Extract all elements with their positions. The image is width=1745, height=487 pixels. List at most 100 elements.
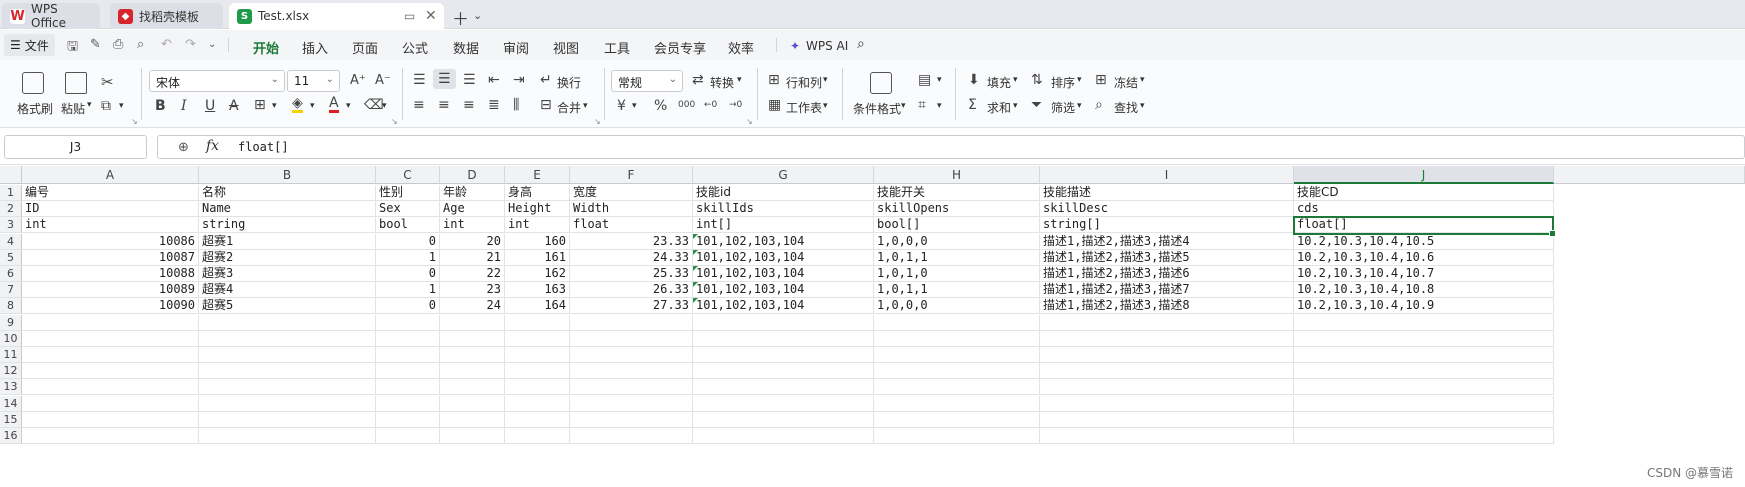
number-format-select[interactable]: 常规 ⌄ — [611, 70, 683, 92]
cell-i2[interactable]: skillDesc — [1040, 201, 1294, 218]
row-header-13[interactable]: 13 — [0, 379, 22, 396]
cell-j16[interactable] — [1294, 428, 1554, 444]
sort-chevron-icon[interactable]: ▾ — [1077, 75, 1082, 85]
cell-e6[interactable]: 162 — [505, 266, 570, 282]
distributed-icon[interactable]: ⫼ — [513, 97, 519, 113]
cell-i13[interactable] — [1040, 379, 1294, 396]
save-icon[interactable]: 🖫 — [67, 37, 78, 59]
formula-input-area[interactable]: ⊕ fx float[] — [157, 135, 1745, 159]
cell-g5[interactable]: 101,102,103,104 — [693, 249, 874, 266]
cell-d4[interactable]: 20 — [440, 233, 505, 250]
cell-b9[interactable] — [199, 314, 376, 331]
tab-page[interactable]: 页面 — [352, 38, 378, 57]
clear-chevron-icon[interactable]: ▾ — [382, 101, 387, 111]
cell-g11[interactable] — [693, 347, 874, 363]
convert-button[interactable]: 转换 — [710, 74, 734, 91]
cell-i7[interactable]: 描述1,描述2,描述3,描述7 — [1040, 282, 1294, 299]
increase-indent-icon[interactable]: ⇥ — [513, 72, 525, 88]
freeze-chevron-icon[interactable]: ▾ — [1140, 75, 1145, 85]
cell-f12[interactable] — [570, 363, 693, 380]
align-left-icon[interactable]: ≡ — [413, 97, 425, 113]
cell-i8[interactable]: 描述1,描述2,描述3,描述8 — [1040, 298, 1294, 315]
cell-f3[interactable]: float — [570, 217, 693, 234]
fill-color-icon[interactable]: ◈ — [292, 96, 303, 113]
cell-e5[interactable]: 161 — [505, 249, 570, 266]
row-header-2[interactable]: 2 — [0, 201, 22, 218]
tab-tools[interactable]: 工具 — [604, 38, 630, 57]
cell-d12[interactable] — [440, 363, 505, 380]
cell-h3[interactable]: bool[] — [874, 217, 1040, 234]
merge-button[interactable]: 合并 — [557, 99, 581, 116]
cell-j13[interactable] — [1294, 379, 1554, 396]
cell-g10[interactable] — [693, 330, 874, 347]
underline-icon[interactable]: U — [205, 98, 215, 114]
percent-icon[interactable]: % — [654, 98, 667, 114]
cell-d3[interactable]: int — [440, 217, 505, 234]
border-chevron-icon[interactable]: ▾ — [272, 101, 277, 111]
cell-e2[interactable]: Height — [505, 201, 570, 218]
cell-c12[interactable] — [376, 363, 440, 380]
cell-b8[interactable]: 超赛5 — [199, 298, 376, 315]
cell-i12[interactable] — [1040, 363, 1294, 380]
cell-c10[interactable] — [376, 330, 440, 347]
table-style-icon[interactable]: ⌗ — [918, 97, 926, 113]
cell-e9[interactable] — [505, 314, 570, 331]
file-menu-button[interactable]: ☰ 文件 — [4, 34, 55, 56]
cell-f8[interactable]: 27.33 — [570, 298, 693, 315]
cell-d16[interactable] — [440, 428, 505, 444]
cell-c3[interactable]: bool — [376, 217, 440, 234]
cell-d11[interactable] — [440, 347, 505, 363]
cell-h15[interactable] — [874, 411, 1040, 428]
cell-f13[interactable] — [570, 379, 693, 396]
cell-f16[interactable] — [570, 428, 693, 444]
row-header-1[interactable]: 1 — [0, 185, 22, 201]
row-header-12[interactable]: 12 — [0, 363, 22, 380]
copy-icon[interactable]: ⧉ — [101, 98, 111, 114]
cell-j14[interactable] — [1294, 395, 1554, 412]
cell-a16[interactable] — [22, 428, 199, 444]
tab-list-chevron-icon[interactable]: ⌄ — [473, 9, 482, 22]
align-right-icon[interactable]: ≡ — [463, 97, 475, 113]
sort-icon[interactable]: ⇅ — [1031, 72, 1043, 88]
copy-chevron-icon[interactable]: ▾ — [119, 101, 124, 111]
cell-h6[interactable]: 1,0,1,0 — [874, 266, 1040, 282]
conditional-format-chevron-icon[interactable]: ▾ — [901, 101, 906, 111]
sum-chevron-icon[interactable]: ▾ — [1013, 101, 1018, 111]
column-header-i[interactable]: I — [1040, 166, 1294, 184]
cell-i1[interactable]: 技能描述 — [1040, 185, 1294, 201]
cell-c2[interactable]: Sex — [376, 201, 440, 218]
cell-g8[interactable]: 101,102,103,104 — [693, 298, 874, 315]
search-icon[interactable]: ⌕ — [857, 36, 865, 52]
cell-a6[interactable]: 10088 — [22, 266, 199, 282]
cell-g14[interactable] — [693, 395, 874, 412]
cell-j9[interactable] — [1294, 314, 1554, 331]
cell-b15[interactable] — [199, 411, 376, 428]
cell-e8[interactable]: 164 — [505, 298, 570, 315]
find-chevron-icon[interactable]: ▾ — [1140, 101, 1145, 111]
row-header-6[interactable]: 6 — [0, 266, 22, 282]
font-color-icon[interactable]: A — [329, 96, 339, 113]
cell-c13[interactable] — [376, 379, 440, 396]
cell-b5[interactable]: 超赛2 — [199, 249, 376, 266]
conditional-format-button[interactable]: 条件格式 — [853, 100, 901, 117]
cell-h9[interactable] — [874, 314, 1040, 331]
align-launcher-icon[interactable]: ↘ — [594, 117, 601, 126]
find-button[interactable]: 查找 — [1114, 99, 1138, 116]
cell-e15[interactable] — [505, 411, 570, 428]
cell-b7[interactable]: 超赛4 — [199, 282, 376, 299]
number-launcher-icon[interactable]: ↘ — [746, 117, 753, 126]
freeze-icon[interactable]: ⊞ — [1095, 72, 1107, 88]
tab-formula[interactable]: 公式 — [402, 38, 428, 57]
tab-test-xlsx[interactable]: S Test.xlsx ▭ ✕ — [229, 3, 444, 29]
cell-i5[interactable]: 描述1,描述2,描述3,描述5 — [1040, 249, 1294, 266]
sum-icon[interactable]: Σ — [968, 97, 977, 113]
name-box[interactable]: J3 — [4, 135, 147, 159]
cell-j3[interactable]: float[] — [1294, 217, 1554, 234]
cell-e10[interactable] — [505, 330, 570, 347]
row-header-16[interactable]: 16 — [0, 428, 22, 444]
cell-h11[interactable] — [874, 347, 1040, 363]
cell-h2[interactable]: skillOpens — [874, 201, 1040, 218]
cell-f6[interactable]: 25.33 — [570, 266, 693, 282]
worksheet-icon[interactable]: ▦ — [768, 97, 781, 113]
row-header-8[interactable]: 8 — [0, 298, 22, 315]
